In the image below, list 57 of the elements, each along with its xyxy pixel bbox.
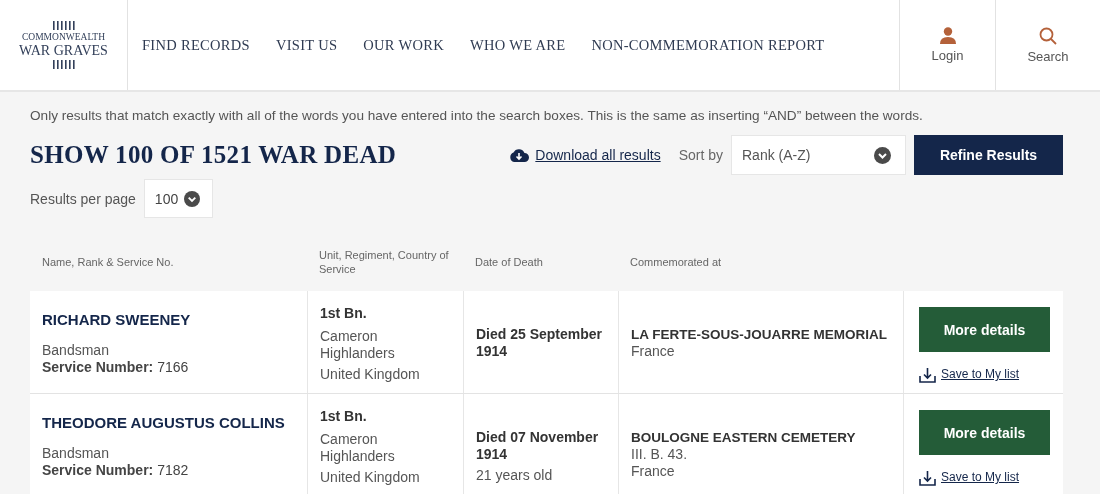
save-to-list-link[interactable]: Save to My list: [941, 469, 1020, 486]
chevron-down-icon: [874, 146, 891, 164]
cemetery-name: BOULOGNE EASTERN CEMETERY: [631, 429, 857, 446]
cemetery-country: France: [631, 343, 676, 360]
grave-reference: III. B. 43.: [631, 446, 689, 463]
service-number-label: Service Number:: [42, 462, 154, 478]
nav-link[interactable]: NON-COMMEMORATION REPORT: [591, 36, 825, 54]
column-header: Name, Rank & Service No.: [41, 255, 175, 269]
age-text: 21 years old: [476, 467, 554, 484]
country-text: United Kingdom: [320, 469, 421, 486]
logo-bars-icon: [52, 21, 75, 30]
logo-text: WAR GRAVES: [19, 44, 108, 58]
logo-bars-icon: [52, 60, 75, 69]
nav-link[interactable]: FIND RECORDS: [142, 36, 250, 54]
country-text: United Kingdom: [320, 366, 421, 383]
service-number: 7166: [157, 359, 189, 375]
search-button[interactable]: Search: [995, 0, 1100, 90]
nav-link[interactable]: OUR WORK: [363, 36, 444, 54]
login-button[interactable]: Login: [899, 0, 995, 90]
cemetery-name: LA FERTE-SOUS-JOUARRE MEMORIAL: [631, 326, 888, 343]
save-to-list-link[interactable]: Save to My list: [941, 366, 1020, 383]
column-header: Commemorated at: [629, 255, 723, 269]
download-tray-icon: [919, 366, 936, 383]
unit-text: 1st Bn.: [320, 408, 368, 425]
date-of-death: Died 25 September 1914: [476, 326, 604, 360]
cloud-download-icon: [509, 148, 530, 162]
results-heading: SHOW 100 OF 1521 WAR DEAD: [30, 141, 398, 169]
search-icon: [1039, 26, 1057, 45]
nav-link[interactable]: WHO WE ARE: [470, 36, 566, 54]
person-name[interactable]: RICHARD SWEENEY: [42, 311, 295, 328]
logo-text: COMMONWEALTH: [21, 32, 105, 42]
results-per-page-label: Results per page: [30, 190, 136, 207]
sort-dropdown[interactable]: Rank (A-Z): [731, 135, 906, 175]
person-name[interactable]: THEODORE AUGUSTUS COLLINS: [42, 414, 295, 431]
unit-text: 1st Bn.: [320, 305, 368, 322]
service-number: 7182: [157, 462, 189, 478]
nav-link[interactable]: VISIT US: [275, 36, 338, 54]
column-header: Unit, Regiment, Country of Service: [318, 248, 450, 276]
rank-text: Bandsman: [42, 445, 110, 462]
download-link[interactable]: Download all results: [535, 147, 661, 163]
intro-text: Only results that match exactly with all of the words you have entered into the search boxes. This is the same as inserting “AND” between the words.: [30, 108, 924, 123]
more-details-button[interactable]: More details: [919, 410, 1050, 455]
service-number-label: Service Number:: [42, 359, 154, 375]
regiment-text: Cameron Highlanders: [320, 328, 396, 362]
results-per-page-dropdown[interactable]: 100: [143, 179, 214, 218]
cemetery-country: France: [631, 463, 676, 480]
chevron-down-icon: [184, 190, 201, 207]
more-details-button[interactable]: More details: [919, 307, 1050, 352]
download-tray-icon: [919, 469, 936, 486]
column-header: Date of Death: [474, 255, 544, 269]
regiment-text: Cameron Highlanders: [320, 431, 396, 465]
refine-results-button[interactable]: Refine Results: [914, 135, 1063, 175]
logo[interactable]: COMMONWEALTH WAR GRAVES: [0, 0, 128, 90]
sort-label: Sort by: [678, 147, 723, 163]
date-of-death: Died 07 November 1914: [476, 429, 600, 463]
user-icon: [938, 27, 957, 44]
rank-text: Bandsman: [42, 342, 110, 359]
